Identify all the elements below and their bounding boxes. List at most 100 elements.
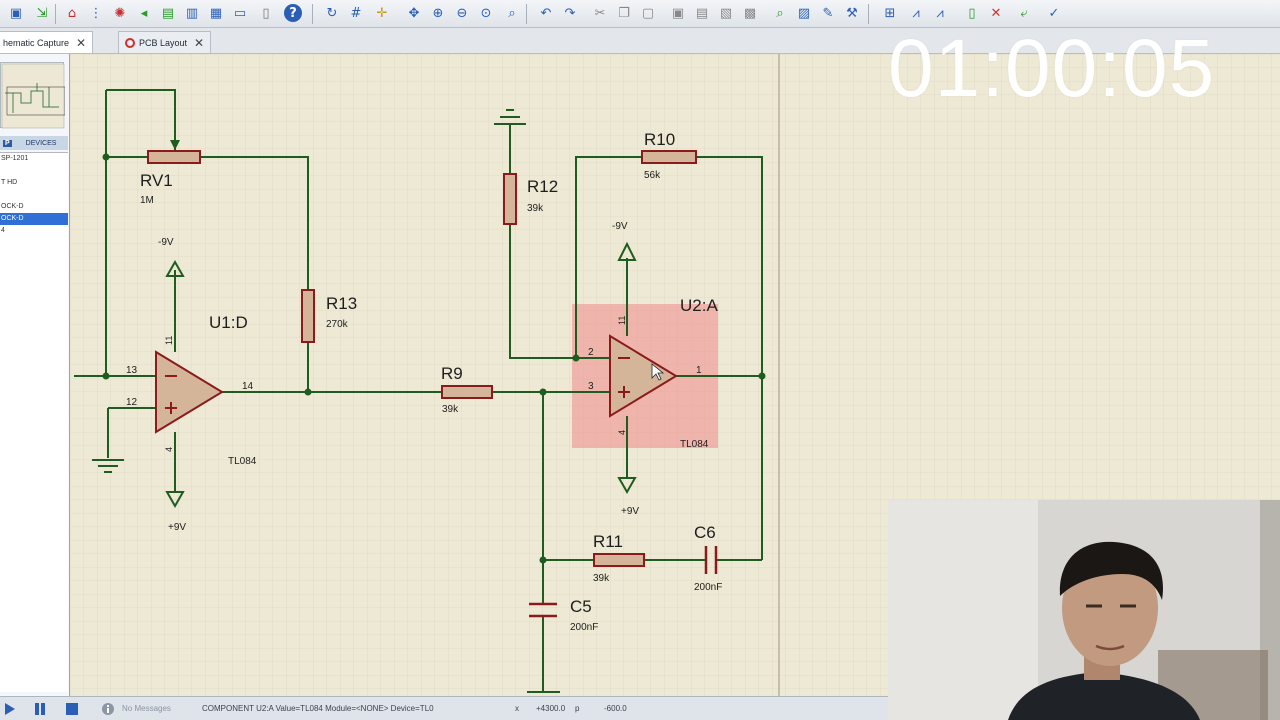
coord-x: +4300.0 (536, 704, 566, 713)
list-item[interactable] (0, 165, 68, 177)
overview-window[interactable] (0, 62, 66, 129)
u2-pin-4: 4 (617, 430, 627, 435)
undo-icon[interactable]: ↶ (536, 3, 556, 23)
zoom-out-icon[interactable]: ⊖ (452, 3, 472, 23)
property-assign-icon[interactable]: ⩘ (930, 3, 950, 23)
block-delete-icon[interactable]: ▩ (740, 3, 760, 23)
electrical-check-icon[interactable]: ✓ (1044, 3, 1064, 23)
r9-resistor[interactable] (441, 385, 493, 399)
u1-value: TL084 (228, 456, 257, 467)
u1-bottom-rail: +9V (168, 522, 186, 533)
back-icon[interactable]: ◂ (134, 3, 154, 23)
package-tool-icon[interactable]: ✎ (818, 3, 838, 23)
bom-icon[interactable]: ▤ (158, 3, 178, 23)
u1-pin-13: 13 (126, 365, 138, 376)
cut-icon[interactable]: ✂ (590, 3, 610, 23)
gerber-icon[interactable]: ▭ (230, 3, 250, 23)
document-icon[interactable]: ▯ (256, 3, 276, 23)
overview-thumbnail (1, 63, 66, 129)
list-item[interactable]: OCK-D (0, 201, 68, 213)
list-item[interactable]: SP-1201 (0, 153, 68, 165)
decompose-icon[interactable]: ⚒ (842, 3, 862, 23)
u1-pin-14: 14 (242, 381, 254, 392)
u2-top-rail: -9V (612, 221, 628, 232)
component-icon[interactable]: ✺ (110, 3, 130, 23)
zoom-area-icon[interactable]: ⌕ (502, 3, 522, 23)
pause-icon[interactable] (32, 701, 48, 717)
r12-value: 39k (527, 203, 544, 214)
exit-parent-icon[interactable]: ⤶ (1014, 3, 1034, 23)
zoom-in-icon[interactable]: ⊕ (428, 3, 448, 23)
tab-schematic-capture[interactable]: hematic Capture ✕ (0, 31, 94, 53)
refresh-icon[interactable]: ↻ (322, 3, 342, 23)
make-device-icon[interactable]: ▨ (794, 3, 814, 23)
u2-pin-11: 11 (617, 316, 627, 325)
devices-label: DEVICES (25, 139, 57, 147)
list-item[interactable]: 4 (0, 225, 68, 237)
device-list[interactable]: SP-1201 T HD OCK-D OCK-D 4 (0, 152, 68, 692)
block-rotate-icon[interactable]: ▧ (716, 3, 736, 23)
rv1-value: 1M (140, 195, 154, 206)
c5-value: 200nF (570, 622, 598, 633)
list-item-selected[interactable]: OCK-D (0, 213, 68, 225)
block-copy-icon[interactable]: ▣ (668, 3, 688, 23)
pick-device-icon[interactable]: ⌕ (770, 3, 790, 23)
u2-bottom-rail: +9V (621, 506, 639, 517)
help-icon[interactable]: ? (284, 4, 302, 22)
coord-prefix: x (515, 704, 519, 713)
c5-ref: C5 (570, 597, 592, 616)
u1-top-rail: -9V (158, 237, 174, 248)
u2-pin-3: 3 (588, 381, 594, 392)
home-icon[interactable]: ⌂ (62, 3, 82, 23)
u1-pin-4: 4 (164, 447, 174, 452)
close-icon[interactable]: ✕ (76, 36, 86, 50)
block-move-icon[interactable]: ▤ (692, 3, 712, 23)
r11-value: 39k (593, 573, 610, 584)
devices-header[interactable]: P DEVICES (0, 136, 68, 150)
design-icon[interactable]: ▥ (182, 3, 202, 23)
remove-sheet-icon[interactable]: ✕ (986, 3, 1006, 23)
u1-ref: U1:D (209, 313, 248, 332)
r11-resistor[interactable] (593, 553, 645, 567)
redo-icon[interactable]: ↷ (560, 3, 580, 23)
copy-icon[interactable]: ❐ (614, 3, 634, 23)
save-icon[interactable]: ▣ (6, 3, 26, 23)
origin-icon[interactable]: ✛ (372, 3, 392, 23)
u2-ref: U2:A (680, 296, 718, 315)
list-item[interactable] (0, 189, 68, 201)
left-panel: P DEVICES SP-1201 T HD OCK-D OCK-D 4 (0, 54, 70, 696)
r9-value: 39k (442, 404, 459, 415)
stop-icon[interactable] (64, 701, 80, 717)
pan-icon[interactable]: ✥ (404, 3, 424, 23)
netlist-icon[interactable]: ⋮ (86, 3, 106, 23)
component-info: COMPONENT U2:A Value=TL084 Module=<NONE>… (202, 704, 434, 713)
r13-ref: R13 (326, 294, 357, 313)
r13-resistor[interactable] (301, 289, 315, 343)
pick-devices-button[interactable]: P (3, 139, 12, 147)
pcb-icon (125, 37, 135, 48)
webcam-overlay (888, 500, 1280, 720)
r9-ref: R9 (441, 364, 463, 383)
r12-resistor[interactable] (503, 173, 517, 225)
grid-icon[interactable]: # (346, 3, 366, 23)
c6-value: 200nF (694, 582, 722, 593)
list-item[interactable]: T HD (0, 177, 68, 189)
coord-y: -600.0 (604, 704, 627, 713)
u1-pin-11: 11 (164, 336, 174, 345)
tab-pcb-label: PCB Layout (139, 37, 188, 48)
info-icon[interactable] (100, 701, 116, 717)
close-icon[interactable]: ✕ (194, 36, 204, 50)
wire-autorouter-icon[interactable]: ⊞ (880, 3, 900, 23)
webcam-image (888, 500, 1280, 720)
layout-icon[interactable]: ▦ (206, 3, 226, 23)
zoom-all-icon[interactable]: ⊙ (476, 3, 496, 23)
messages-status[interactable]: No Messages (122, 704, 171, 713)
paste-icon[interactable]: ▢ (638, 3, 658, 23)
tab-pcb-layout[interactable]: PCB Layout ✕ (118, 31, 212, 53)
r10-ref: R10 (644, 130, 675, 149)
import-icon[interactable]: ⇲ (32, 3, 52, 23)
search-tag-icon[interactable]: ⩘ (906, 3, 926, 23)
play-icon[interactable] (2, 701, 18, 717)
r10-resistor[interactable] (641, 150, 697, 164)
new-sheet-icon[interactable]: ▯ (962, 3, 982, 23)
